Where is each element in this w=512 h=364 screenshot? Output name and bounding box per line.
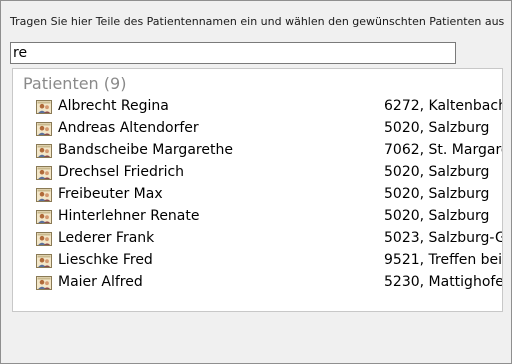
patient-card-icon [36, 232, 52, 246]
patient-row[interactable]: Maier Alfred 5230, Mattighofer [13, 272, 502, 294]
patient-name: Albrecht Regina [58, 98, 169, 114]
patient-card-icon [36, 122, 52, 136]
patient-address: 9521, Treffen bei V [384, 252, 503, 268]
patient-address: 5020, Salzburg [384, 208, 490, 224]
patient-name: Andreas Altendorfer [58, 120, 199, 136]
patient-address: 5020, Salzburg [384, 120, 490, 136]
patient-name: Hinterlehner Renate [58, 208, 200, 224]
patient-name: Freibeuter Max [58, 186, 163, 202]
patient-card-icon [36, 210, 52, 224]
patient-card-icon [36, 100, 52, 114]
patient-card-icon [36, 144, 52, 158]
patient-row[interactable]: Lederer Frank 5023, Salzburg-Gr [13, 228, 502, 250]
patient-row[interactable]: Andreas Altendorfer 5020, Salzburg [13, 118, 502, 140]
patient-row[interactable]: Bandscheibe Margarethe 7062, St. Margare… [13, 140, 502, 162]
patient-address: 5020, Salzburg [384, 164, 490, 180]
patient-name: Lieschke Fred [58, 252, 153, 268]
patient-name: Drechsel Friedrich [58, 164, 185, 180]
patient-card-icon [36, 166, 52, 180]
patient-row[interactable]: Freibeuter Max 5020, Salzburg [13, 184, 502, 206]
patient-name: Lederer Frank [58, 230, 155, 246]
patient-name: Bandscheibe Margarethe [58, 142, 233, 158]
patient-address: 5023, Salzburg-Gr [384, 230, 503, 246]
instruction-text: Tragen Sie hier Teile des Patientennamen… [10, 15, 505, 28]
patient-search-input[interactable] [10, 42, 456, 64]
patient-row[interactable]: Hinterlehner Renate 5020, Salzburg [13, 206, 502, 228]
patient-address: 6272, Kaltenbach, [384, 98, 503, 114]
patient-address: 5020, Salzburg [384, 186, 490, 202]
patient-card-icon [36, 276, 52, 290]
patient-group-header: Patienten (9) [23, 74, 127, 93]
patient-name: Maier Alfred [58, 274, 143, 290]
patient-address: 5230, Mattighofer [384, 274, 503, 290]
patient-row[interactable]: Lieschke Fred 9521, Treffen bei V [13, 250, 502, 272]
patient-card-icon [36, 254, 52, 268]
patient-row[interactable]: Drechsel Friedrich 5020, Salzburg [13, 162, 502, 184]
patient-results-list: Patienten (9) Albrecht Regina 6272, Kalt… [12, 68, 503, 312]
patient-row[interactable]: Albrecht Regina 6272, Kaltenbach, [13, 96, 502, 118]
patient-address: 7062, St. Margaret [384, 142, 503, 158]
patient-search-dialog: Tragen Sie hier Teile des Patientennamen… [0, 0, 512, 364]
patient-card-icon [36, 188, 52, 202]
